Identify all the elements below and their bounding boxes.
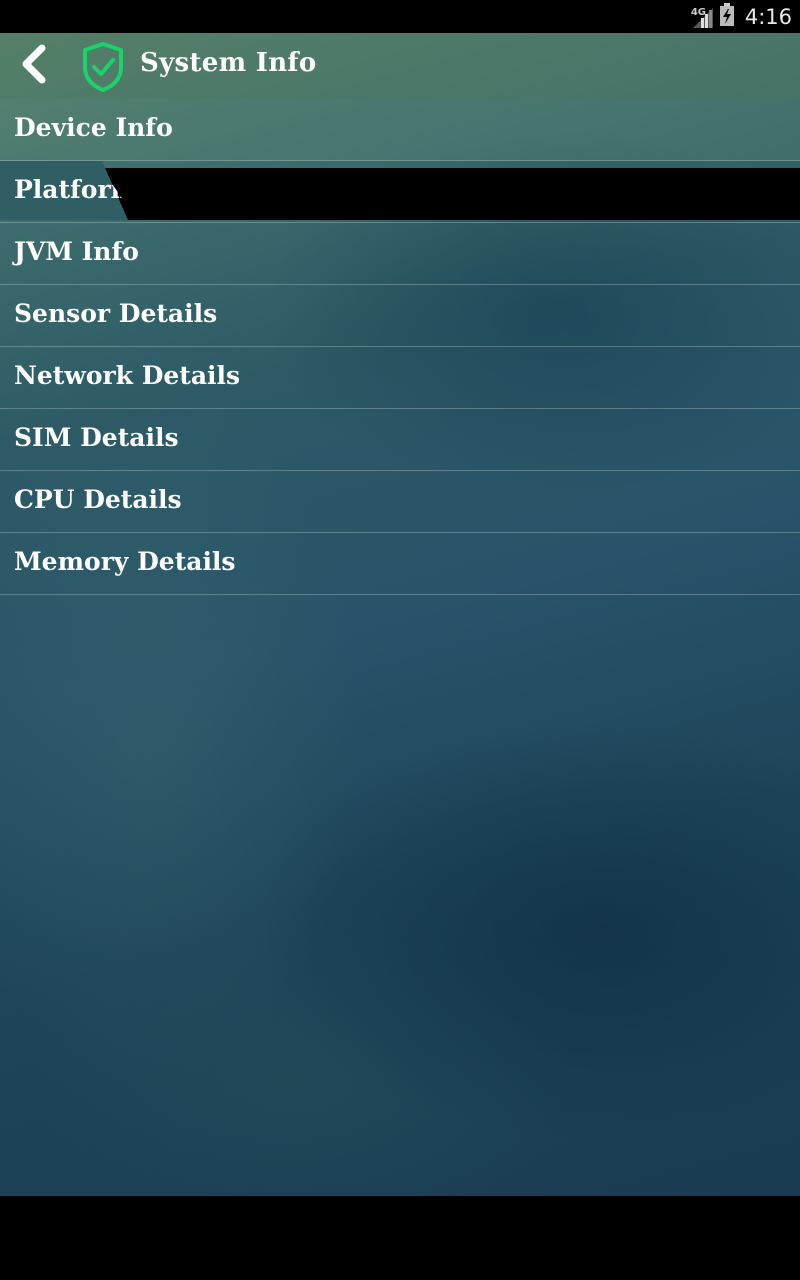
menu-item-platform[interactable]: Platform: [0, 161, 800, 223]
menu-item-network-details[interactable]: Network Details: [0, 347, 800, 409]
status-bar: 4G 4:16: [0, 0, 800, 33]
menu-item-sim-details[interactable]: SIM Details: [0, 409, 800, 471]
toolbar: System Info: [0, 33, 800, 99]
menu-item-jvm-info[interactable]: JVM Info: [0, 223, 800, 285]
page-title: System Info: [140, 48, 317, 78]
menu-item-memory-details[interactable]: Memory Details: [0, 533, 800, 595]
menu-item-label: JVM Info: [14, 237, 139, 266]
menu-item-label: Network Details: [14, 361, 241, 390]
status-icons: 4G 4:16: [691, 0, 792, 33]
selected-highlight-shape: [0, 161, 128, 220]
menu-list: Device Info Platform JVM Info Sensor Det…: [0, 99, 800, 595]
menu-item-sensor-details[interactable]: Sensor Details: [0, 285, 800, 347]
menu-item-label: Memory Details: [14, 547, 236, 576]
menu-item-label: SIM Details: [14, 423, 179, 452]
chevron-left-icon: [18, 44, 48, 88]
menu-item-label: Device Info: [14, 113, 173, 142]
clock: 4:16: [744, 4, 792, 29]
shield-check-icon: [80, 41, 126, 93]
navigation-bar: [0, 1196, 800, 1280]
menu-item-cpu-details[interactable]: CPU Details: [0, 471, 800, 533]
menu-item-label: CPU Details: [14, 485, 182, 514]
battery-icon: [719, 2, 735, 31]
menu-item-device-info[interactable]: Device Info: [0, 99, 800, 161]
back-button[interactable]: [12, 44, 54, 88]
app-screen: System Info Device Info Platform JVM Inf…: [0, 33, 800, 1196]
menu-item-label: Sensor Details: [14, 299, 218, 328]
signal-icon: 4G: [691, 6, 713, 28]
